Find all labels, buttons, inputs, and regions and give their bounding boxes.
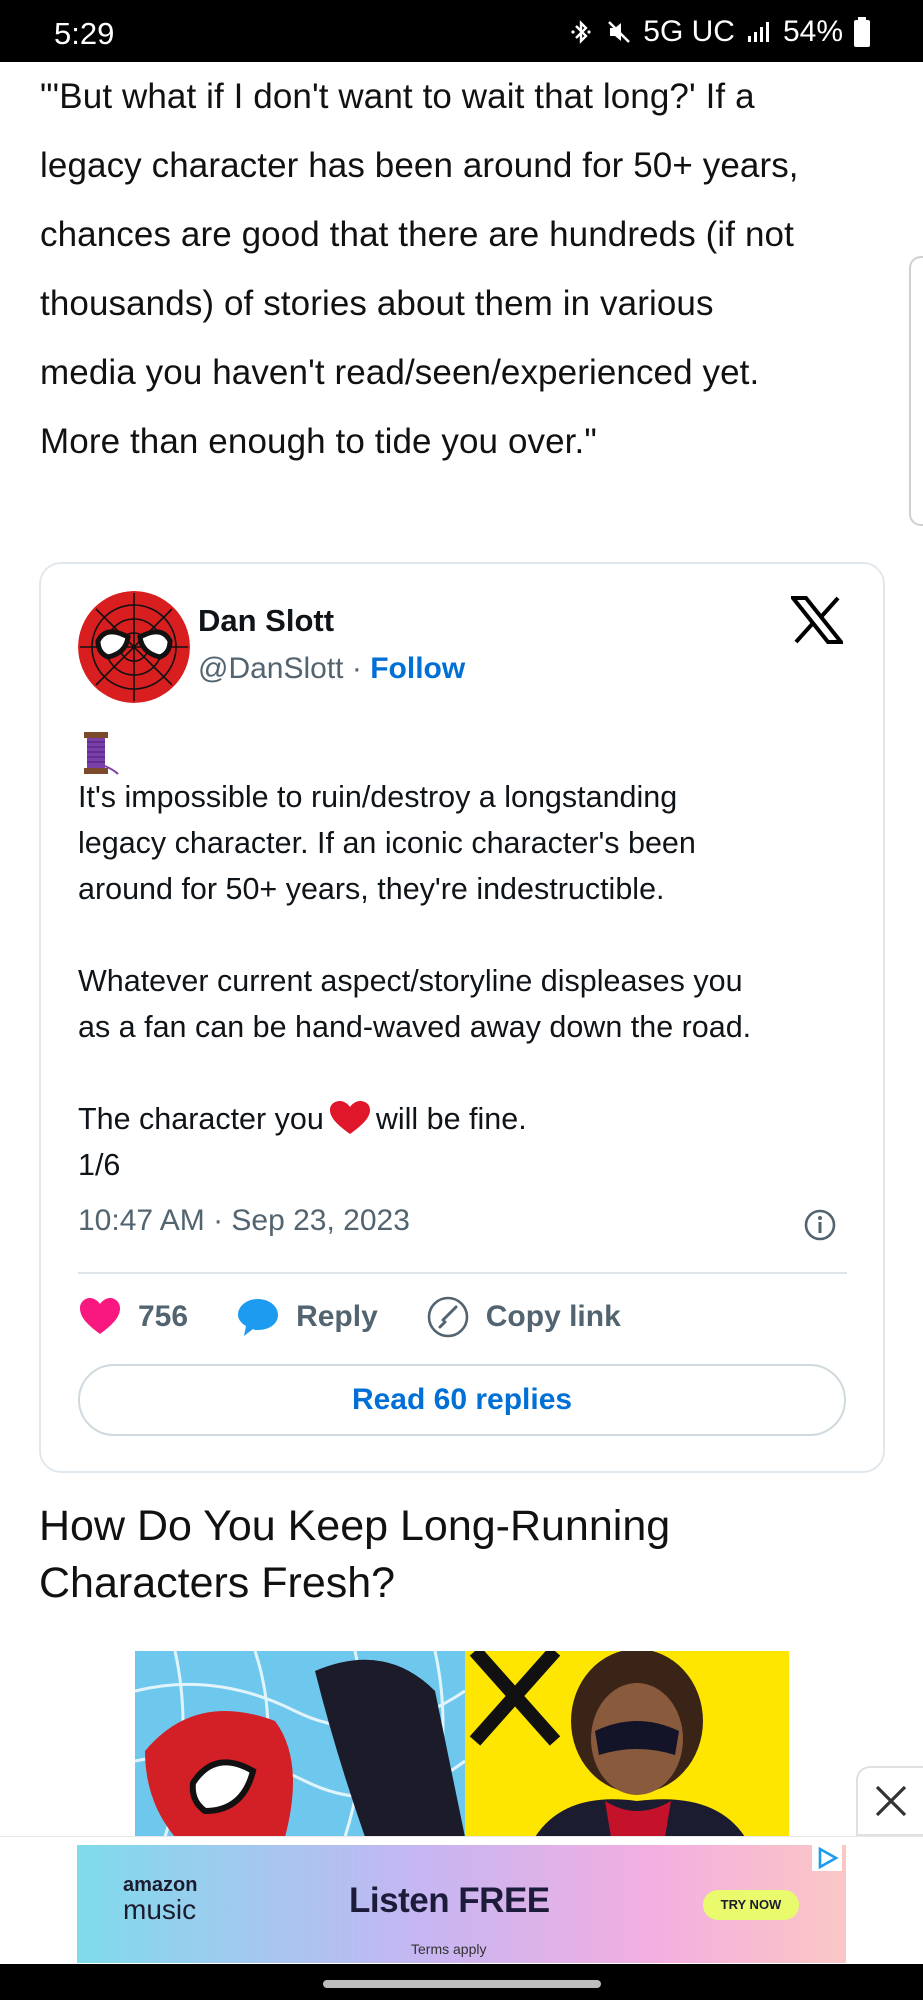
ad-choices-icon[interactable] (812, 1845, 842, 1871)
thread-count: 1/6 (78, 1148, 121, 1182)
heart-icon (80, 1298, 120, 1334)
mute-icon (608, 21, 631, 43)
article-quote-paragraph: "'But what if I don't want to wait that … (40, 62, 880, 476)
status-bar: 5:29 5G UC 54% (0, 0, 923, 62)
ad-terms: Terms apply (411, 1941, 487, 1957)
network-label: 5G UC (643, 15, 735, 48)
system-nav-bar (0, 1964, 923, 2000)
author-handle[interactable]: @DanSlott (198, 652, 344, 685)
tweet-line: around for 50+ years, they're indestruct… (78, 872, 665, 906)
ad-banner[interactable]: amazon music Listen FREE TRY NOW Terms a… (77, 1845, 846, 1963)
article-body: "'But what if I don't want to wait that … (40, 62, 880, 476)
divider (78, 1272, 847, 1274)
status-time: 5:29 (54, 16, 115, 51)
ad-brand-line: music (123, 1894, 197, 1925)
article-image[interactable] (135, 1651, 789, 1837)
tweet-line: legacy character. If an iconic character… (78, 826, 696, 860)
ad-cta-button[interactable]: TRY NOW (703, 1890, 799, 1920)
link-icon (427, 1296, 469, 1338)
speech-bubble-icon (238, 1299, 279, 1336)
thread-spool-icon (84, 732, 119, 775)
signal-icon (747, 22, 769, 42)
author-name[interactable]: Dan Slott (198, 603, 334, 639)
ad-close-button[interactable] (856, 1766, 923, 1836)
paragraph-line: More than enough to tide you over." (40, 422, 597, 461)
ad-headline: Listen FREE (349, 1881, 550, 1920)
ad-container: amazon music Listen FREE TRY NOW Terms a… (0, 1836, 923, 1964)
paragraph-line: "'But what if I don't want to wait that … (40, 77, 755, 116)
bluetooth-icon (571, 20, 591, 44)
tweet-text: It's impossible to ruin/destroy a longst… (78, 774, 858, 1188)
tweet-line: as a fan can be hand-waved away down the… (78, 1010, 752, 1044)
section-heading: How Do You Keep Long-Running Characters … (39, 1502, 671, 1607)
home-gesture-pill[interactable] (323, 1980, 601, 1988)
tweet-text-fragment: The character you (78, 1102, 324, 1136)
separator: · (343, 652, 371, 685)
copy-link-label: Copy link (485, 1300, 621, 1333)
paragraph-line: chances are good that there are hundreds… (40, 215, 794, 254)
battery-icon (854, 17, 870, 47)
author-handle-row: @DanSlott · Follow (198, 652, 465, 686)
reply-button[interactable]: Reply (236, 1295, 378, 1339)
reply-label: Reply (296, 1300, 378, 1333)
follow-button[interactable]: Follow (370, 652, 465, 685)
tweet-actions: 756 Reply Copy link (78, 1290, 669, 1344)
tweet-line: It's impossible to ruin/destroy a longst… (78, 780, 678, 814)
status-icons: 5G UC 54% (567, 15, 871, 48)
tweet-line: Whatever current aspect/storyline disple… (78, 964, 743, 998)
ad-brand-logo: amazon music (123, 1875, 197, 1925)
side-scroll-handle[interactable] (909, 256, 923, 526)
red-heart-emoji-icon (329, 1101, 370, 1134)
embedded-tweet-card[interactable]: Dan Slott @DanSlott · Follow It's imposs… (39, 562, 885, 1473)
close-icon (875, 1785, 907, 1817)
paragraph-line: legacy character has been around for 50+… (40, 146, 799, 185)
ad-brand-line: amazon (123, 1874, 198, 1896)
tweet-text-fragment: will be fine. (375, 1102, 527, 1136)
read-replies-button[interactable]: Read 60 replies (78, 1364, 846, 1436)
copy-link-button[interactable]: Copy link (426, 1295, 621, 1339)
tweet-timestamp[interactable]: 10:47 AM · Sep 23, 2023 (78, 1204, 410, 1238)
battery-percent: 54% (782, 15, 843, 48)
like-button[interactable]: 756 (78, 1295, 188, 1339)
avatar[interactable] (78, 591, 190, 703)
x-logo-icon[interactable] (791, 596, 843, 644)
paragraph-line: thousands) of stories about them in vari… (40, 284, 714, 323)
paragraph-line: media you haven't read/seen/experienced … (40, 353, 760, 392)
like-count: 756 (138, 1300, 189, 1333)
info-icon[interactable] (803, 1208, 837, 1242)
tweet-line: The character you will be fine. (78, 1096, 858, 1142)
